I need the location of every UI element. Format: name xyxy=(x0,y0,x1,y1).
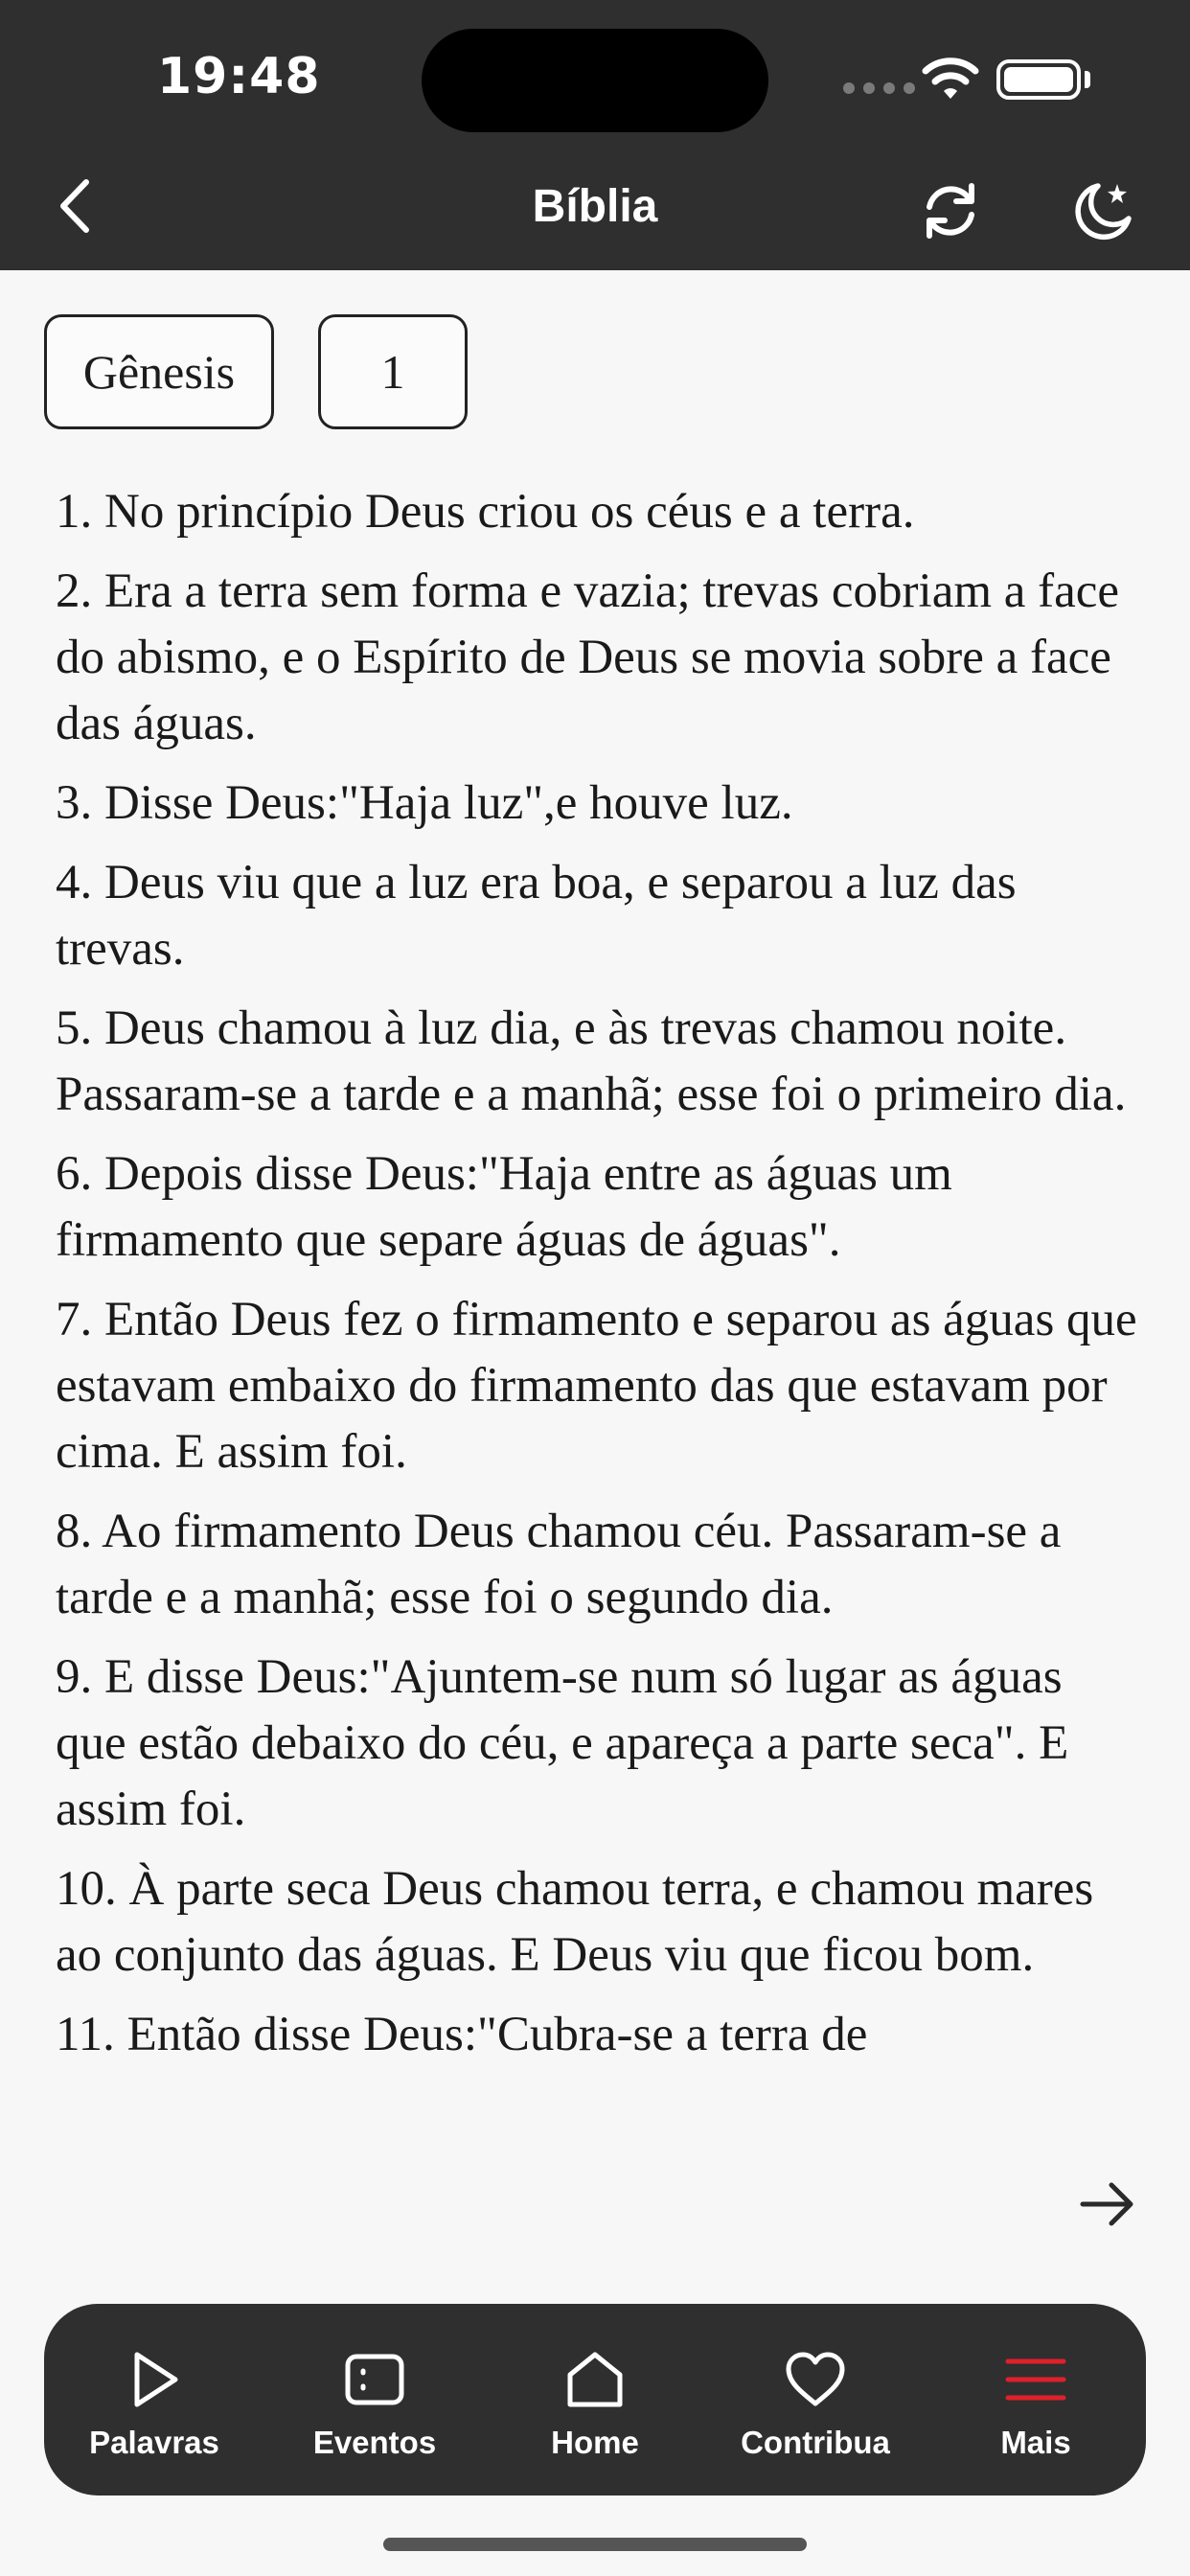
home-icon xyxy=(561,2346,629,2413)
verse-8: 8. Ao firmamento Deus chamou céu. Passar… xyxy=(56,1505,1062,1624)
home-indicator xyxy=(383,2538,807,2551)
verse-11: 11. Então disse Deus:"Cubra-se a terra d… xyxy=(56,2008,868,2061)
tab-mais[interactable]: Mais xyxy=(926,2304,1146,2496)
tab-home[interactable]: Home xyxy=(485,2304,705,2496)
cellular-signal-icon xyxy=(843,82,915,94)
play-icon xyxy=(121,2346,188,2413)
tab-label: Eventos xyxy=(312,2425,437,2460)
next-chapter-arrow-icon[interactable] xyxy=(1077,2177,1138,2231)
bottom-tab-bar: Palavras Eventos Home Contribua Mais xyxy=(44,2304,1146,2496)
tab-contribua[interactable]: Contribua xyxy=(705,2304,926,2496)
refresh-button[interactable] xyxy=(916,176,985,245)
verse-1: 1. No princípio Deus criou os céus e a t… xyxy=(56,485,915,539)
page-title: Bíblia xyxy=(532,181,658,232)
verse-4: 4. Deus viu que a luz era boa, e separou… xyxy=(56,856,1017,976)
verse-10: 10. À parte seca Deus chamou terra, e ch… xyxy=(56,1862,1094,1982)
verse-list: 1. No princípio Deus criou os céus e a t… xyxy=(56,479,1138,2290)
battery-cap xyxy=(1085,71,1090,88)
list-icon xyxy=(341,2346,408,2413)
verse-6: 6. Depois disse Deus:"Haja entre as água… xyxy=(56,1147,952,1267)
tab-label: Mais xyxy=(1000,2425,1071,2460)
wifi-icon xyxy=(922,58,979,99)
tab-label: Home xyxy=(551,2425,639,2460)
heart-icon xyxy=(782,2346,849,2413)
dark-mode-toggle-moon-icon[interactable] xyxy=(1069,176,1138,245)
tab-label: Palavras xyxy=(89,2425,219,2460)
tab-eventos[interactable]: Eventos xyxy=(264,2304,485,2496)
tab-palavras[interactable]: Palavras xyxy=(44,2304,264,2496)
app-header: 19:48 Bíblia xyxy=(0,0,1190,270)
menu-icon xyxy=(1002,2346,1069,2413)
verse-3: 3. Disse Deus:"Haja luz",e houve luz. xyxy=(56,776,793,830)
battery-icon xyxy=(996,59,1081,100)
chapter-selector[interactable]: 1 xyxy=(318,314,468,429)
book-selector[interactable]: Gênesis xyxy=(44,314,274,429)
verse-7: 7. Então Deus fez o firmamento e separou… xyxy=(56,1293,1137,1479)
tab-label: Contribua xyxy=(741,2425,890,2460)
verse-2: 2. Era a terra sem forma e vazia; trevas… xyxy=(56,564,1120,750)
status-time: 19:48 xyxy=(157,48,321,105)
dynamic-island xyxy=(422,29,768,132)
verse-9: 9. E disse Deus:"Ajuntem-se num só lugar… xyxy=(56,1650,1069,1836)
verse-5: 5. Deus chamou à luz dia, e às trevas ch… xyxy=(56,1001,1127,1121)
